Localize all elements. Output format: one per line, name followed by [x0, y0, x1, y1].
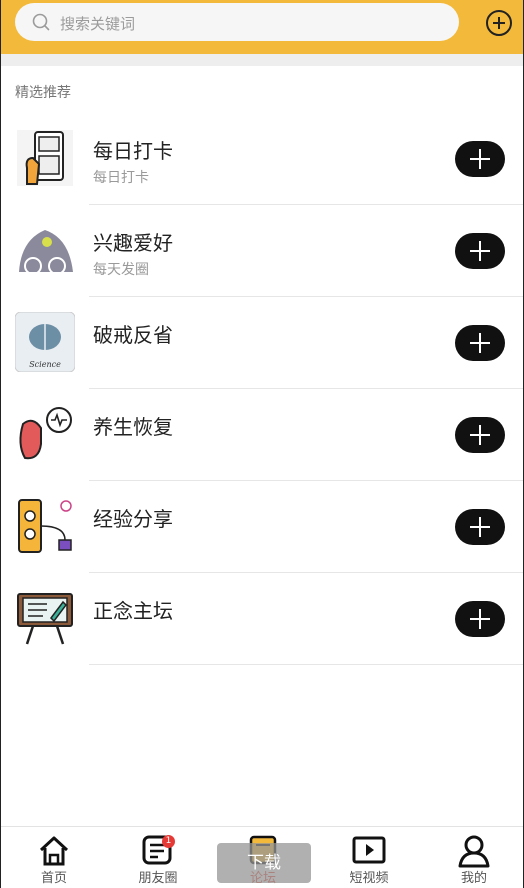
user-icon	[458, 835, 490, 868]
tab-label: 我的	[460, 871, 487, 886]
recommend-list: 每日打卡 每日打卡 兴趣爱好 每天发圈 Science 破戒反省 养生恢复 经验…	[1, 113, 523, 665]
add-button[interactable]	[455, 417, 505, 453]
add-button[interactable]	[455, 233, 505, 269]
item-title: 经验分享	[93, 507, 173, 531]
tab-video[interactable]: 短视频	[334, 833, 404, 886]
brain-science-icon: Science	[15, 312, 75, 372]
item-title: 破戒反省	[93, 323, 173, 347]
bottom-nav: 首页 1 朋友圈 论坛 短视频	[1, 826, 523, 888]
list-item[interactable]: 正念主坛	[1, 573, 523, 665]
list-item[interactable]: 每日打卡 每日打卡	[1, 113, 523, 205]
header-spacer	[1, 54, 523, 66]
list-item[interactable]: 养生恢复	[1, 389, 523, 481]
header: 搜索关键词	[1, 0, 523, 54]
item-subtitle: 每日打卡	[93, 170, 149, 186]
divider	[89, 664, 523, 665]
item-title: 正念主坛	[93, 599, 173, 623]
item-title: 每日打卡	[93, 139, 173, 163]
app-frame: 搜索关键词 精选推荐 每日打卡 每日打卡 兴趣爱好 每天发圈 Science 破…	[0, 0, 524, 888]
search-bar[interactable]: 搜索关键词	[15, 3, 459, 41]
video-icon	[352, 836, 386, 864]
tab-moments[interactable]: 1 朋友圈	[123, 833, 193, 886]
power-strip-icon	[17, 498, 73, 554]
calculator-hand-icon	[17, 130, 73, 186]
tab-mine[interactable]: 我的	[439, 833, 509, 886]
list-item[interactable]: 经验分享	[1, 481, 523, 573]
thumb-label: Science	[29, 360, 61, 369]
list-item[interactable]: Science 破戒反省	[1, 297, 523, 389]
section-title: 精选推荐	[15, 85, 71, 101]
search-icon	[32, 13, 50, 31]
item-title: 养生恢复	[93, 415, 173, 439]
lungs-chat-icon	[17, 406, 73, 462]
item-subtitle: 每天发圈	[93, 262, 149, 278]
tab-label: 朋友圈	[138, 871, 178, 886]
item-title: 兴趣爱好	[93, 231, 173, 255]
presentation-board-icon	[17, 590, 73, 646]
add-button[interactable]	[455, 601, 505, 637]
list-item[interactable]: 兴趣爱好 每天发圈	[1, 205, 523, 297]
cyclist-icon	[17, 222, 73, 278]
search-placeholder[interactable]: 搜索关键词	[60, 13, 135, 34]
notification-badge: 1	[162, 835, 175, 848]
download-toast: 下载	[217, 843, 311, 883]
tab-home[interactable]: 首页	[19, 833, 89, 886]
add-button[interactable]	[455, 325, 505, 361]
add-button[interactable]	[455, 509, 505, 545]
add-button[interactable]	[455, 141, 505, 177]
home-icon	[39, 836, 69, 866]
add-circle-icon[interactable]	[485, 9, 513, 37]
tab-label: 首页	[40, 871, 67, 886]
tab-label: 短视频	[349, 871, 389, 886]
